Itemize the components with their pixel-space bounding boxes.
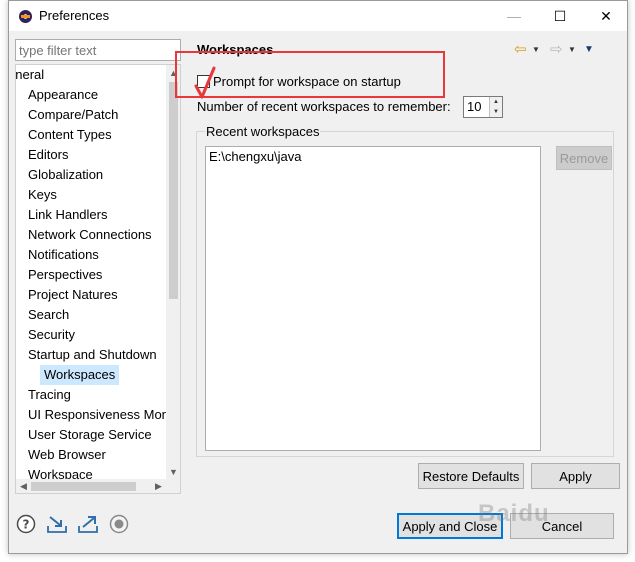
tree-item[interactable]: Tracing [28,385,71,405]
tree-item[interactable]: Search [28,305,69,325]
scrollbar-corner [166,479,180,493]
recent-workspaces-title: Recent workspaces [205,124,321,139]
tree-item[interactable]: Editors [28,145,68,165]
spinner-down-icon[interactable]: ▼ [490,107,502,117]
recent-count-label: Number of recent workspaces to remember: [197,99,451,114]
apply-and-close-button[interactable]: Apply and Close [397,513,503,539]
scroll-right-icon[interactable]: ▶ [151,479,166,493]
export-icon[interactable] [77,513,99,535]
page-navigation: ⇦ ▼ ⇨ ▼ ▼ [514,40,598,58]
tree-item[interactable]: Keys [28,185,57,205]
tree-item[interactable]: Notifications [28,245,99,265]
restore-defaults-button[interactable]: Restore Defaults [418,463,524,489]
eclipse-icon [19,10,32,23]
list-item[interactable]: E:\chengxu\java [209,149,302,164]
tree-item[interactable]: Content Types [28,125,112,145]
apply-button[interactable]: Apply [531,463,620,489]
tree-item[interactable]: Web Browser [28,445,106,465]
scroll-thumb-horizontal[interactable] [31,482,136,491]
tree-item[interactable]: Workspaces [40,365,120,385]
tree-item[interactable]: Globalization [28,165,103,185]
scroll-down-icon[interactable]: ▼ [166,464,180,479]
tree-item[interactable]: Perspectives [28,265,102,285]
minimize-button[interactable]: — [491,1,537,31]
forward-arrow-icon[interactable]: ⇨ [550,40,568,58]
cancel-button[interactable]: Cancel [510,513,614,539]
scroll-left-icon[interactable]: ◀ [16,479,31,493]
svg-text:?: ? [23,518,30,532]
tree-horizontal-scrollbar[interactable]: ◀ ▶ [16,479,166,493]
tree-item[interactable]: Security [28,325,75,345]
scroll-thumb[interactable] [169,82,178,299]
recent-count-value[interactable]: 10 [467,99,481,114]
forward-history-dropdown-icon[interactable]: ▼ [568,45,580,54]
tree-item[interactable]: Network Connections [28,225,152,245]
view-menu-icon[interactable]: ▼ [584,44,598,55]
remove-button[interactable]: Remove [556,146,612,170]
spinner-arrows[interactable]: ▲ ▼ [489,97,502,117]
tree-vertical-scrollbar[interactable]: ▲ ▼ [166,65,180,479]
tree-item[interactable]: Appearance [28,85,98,105]
close-button[interactable]: ✕ [583,1,629,31]
title-bar: Preferences — ☐ ✕ [9,1,627,31]
tree-item[interactable]: Startup and Shutdown [28,345,157,365]
recent-count-spinner[interactable]: 10 ▲ ▼ [463,96,503,118]
spinner-up-icon[interactable]: ▲ [490,97,502,107]
record-icon[interactable] [108,513,130,535]
preference-tree: eneralAppearanceCompare/PatchContent Typ… [15,64,181,494]
bottom-toolbar: ? [15,513,130,537]
back-history-dropdown-icon[interactable]: ▼ [532,45,544,54]
maximize-button[interactable]: ☐ [537,1,583,31]
tree-item[interactable]: eneral [16,65,44,85]
window-title: Preferences [39,8,110,23]
tree-item[interactable]: Compare/Patch [28,105,118,125]
help-icon[interactable]: ? [15,513,37,535]
tree-item[interactable]: Link Handlers [28,205,108,225]
annotation-check-mark [194,66,216,99]
tree-item[interactable]: UI Responsiveness Moni [28,405,172,425]
tree-item[interactable]: User Storage Service [28,425,152,445]
back-arrow-icon[interactable]: ⇦ [514,40,532,58]
filter-input[interactable] [15,39,181,61]
tree-item[interactable]: Project Natures [28,285,118,305]
recent-workspaces-list[interactable]: E:\chengxu\java [205,146,541,451]
import-icon[interactable] [46,513,68,535]
